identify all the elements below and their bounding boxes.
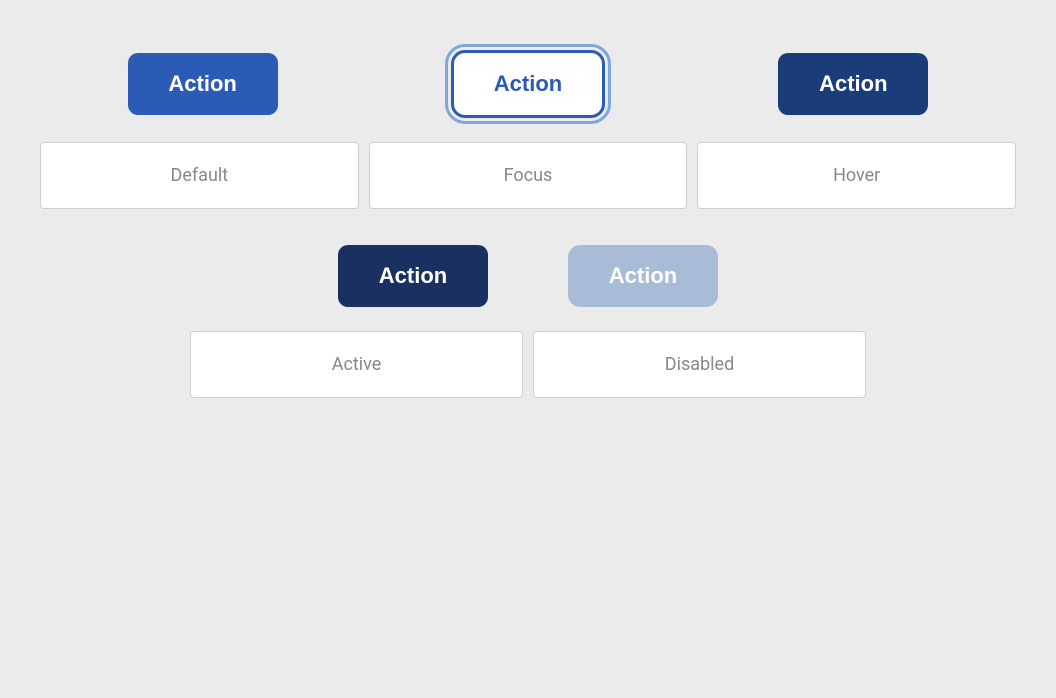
hover-label: Hover	[697, 142, 1016, 209]
hover-button[interactable]: Action	[778, 53, 928, 115]
default-button[interactable]: Action	[128, 53, 278, 115]
button-states-row-1: Action Action Action	[40, 50, 1016, 118]
focus-button[interactable]: Action	[451, 50, 605, 118]
state-labels-row-1: Default Focus Hover	[40, 142, 1016, 209]
active-label: Active	[190, 331, 523, 398]
disabled-label: Disabled	[533, 331, 866, 398]
state-labels-row-2: Active Disabled	[40, 331, 1016, 398]
focus-col: Action	[365, 50, 690, 118]
focus-label: Focus	[369, 142, 688, 209]
active-button[interactable]: Action	[338, 245, 488, 307]
default-col: Action	[40, 53, 365, 115]
button-states-row-2: Action Action	[40, 245, 1016, 307]
page-container: Action Action Action Default Focus Hover…	[0, 0, 1056, 698]
hover-col: Action	[691, 53, 1016, 115]
default-label: Default	[40, 142, 359, 209]
disabled-button: Action	[568, 245, 718, 307]
